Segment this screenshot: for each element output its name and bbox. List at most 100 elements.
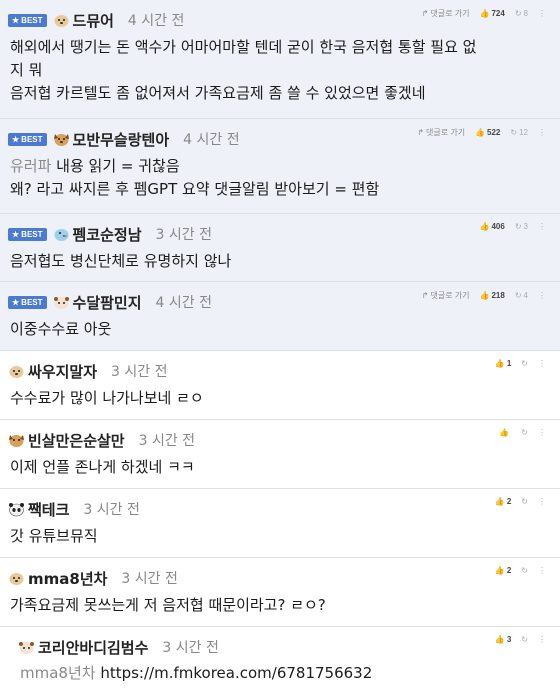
reply-icon-button[interactable]: ↻: [521, 497, 528, 506]
goto-reply-button[interactable]: ↱ 댓글로 가기: [422, 8, 470, 19]
dog-avatar-icon: [9, 572, 24, 585]
more-button[interactable]: ⋮: [538, 497, 546, 506]
more-icon: ⋮: [538, 497, 546, 506]
thumbs-up-icon: 👍: [479, 9, 490, 18]
reply-icon: ↻: [510, 128, 518, 137]
goto-reply-button[interactable]: ↱ 댓글로 가기: [417, 127, 465, 138]
reply-icon: ↻: [521, 566, 528, 575]
thumbs-up-icon: 👍: [499, 428, 510, 437]
arrow-icon: ↱: [421, 9, 429, 18]
more-icon: ⋮: [538, 128, 546, 137]
comment-header: 코리안바디김범수 3 시간 전: [18, 636, 552, 658]
timestamp: 4 시간 전: [127, 13, 185, 29]
reply-count-button[interactable]: ↻ 8: [515, 9, 528, 18]
more-icon: ⋮: [538, 222, 546, 231]
like-button[interactable]: 👍 218: [480, 291, 505, 300]
comment-tools: 👍 406 ↻ 3 ⋮: [470, 222, 546, 231]
comment-body: 이제 언플 존나게 하겠네 ㅋㅋ: [10, 458, 195, 476]
thumbs-up-icon: 👍: [494, 497, 505, 506]
reply-count-button[interactable]: ↻ 3: [515, 222, 528, 231]
timestamp: 3 시간 전: [138, 433, 196, 449]
comment-tools: ↱ 댓글로 가기 👍 218 ↻ 4 ⋮: [412, 290, 546, 301]
nickname[interactable]: 수달팜민지: [73, 292, 142, 313]
reply-icon-button[interactable]: ↻: [521, 359, 528, 368]
reply-icon-button[interactable]: ↻: [521, 635, 528, 644]
more-icon: ⋮: [538, 635, 546, 644]
more-icon: ⋮: [538, 359, 546, 368]
like-button[interactable]: 👍 3: [495, 635, 511, 644]
nickname[interactable]: mma8년차: [28, 568, 107, 589]
goto-reply-button[interactable]: ↱ 댓글로 가기: [422, 290, 470, 301]
reply-count-button[interactable]: ↻ 4: [515, 291, 528, 300]
more-icon: ⋮: [538, 566, 546, 575]
comment-tools: ↱ 댓글로 가기 👍 522 ↻ 12 ⋮: [407, 127, 546, 138]
comment-body: 해외에서 땡기는 돈 액수가 어마어마할 텐데 굳이 한국 음저협 통할 필요 …: [10, 38, 477, 102]
more-button[interactable]: ⋮: [538, 9, 546, 18]
reply-icon: ↻: [521, 428, 528, 437]
comment-body: 갓 유튜브뮤직: [10, 527, 98, 545]
dog-avatar-icon: [53, 133, 69, 146]
otter-avatar-icon: [19, 641, 34, 654]
like-button[interactable]: 👍 1: [495, 359, 511, 368]
star-icon: ★: [12, 297, 20, 307]
comment-tools: 👍 1 ↻ ⋮: [485, 359, 546, 368]
timestamp: 3 시간 전: [121, 571, 178, 587]
nickname[interactable]: 짹테크: [28, 499, 69, 520]
nickname[interactable]: 드뮤어: [73, 10, 114, 31]
like-button[interactable]: 👍 724: [480, 9, 505, 18]
timestamp: 3 시간 전: [155, 227, 212, 243]
more-button[interactable]: ⋮: [538, 128, 546, 137]
comment-header: mma8년차 3 시간 전: [8, 567, 552, 589]
thumbs-up-icon: 👍: [494, 635, 505, 644]
nickname[interactable]: 코리안바디김범수: [38, 637, 148, 658]
star-icon: ★: [12, 15, 20, 25]
nickname[interactable]: 빈살만은순살만: [28, 430, 125, 451]
more-icon: ⋮: [538, 9, 546, 18]
thumbs-up-icon: 👍: [494, 359, 505, 368]
more-button[interactable]: ⋮: [538, 428, 546, 437]
comment-link[interactable]: https://m.fmkorea.com/6781756632: [96, 664, 372, 682]
comment-header: 짹테크 3 시간 전: [8, 498, 552, 520]
best-badge: ★ BEST: [8, 132, 47, 146]
like-button[interactable]: 👍 406: [480, 222, 505, 231]
like-button[interactable]: 👍: [499, 428, 511, 437]
comment-tools: 👍 2 ↻ ⋮: [485, 566, 546, 575]
star-icon: ★: [12, 229, 20, 239]
comment-header: 싸우지말자 3 시간 전: [8, 360, 552, 382]
reply-icon-button[interactable]: ↻: [521, 428, 528, 437]
nickname[interactable]: 싸우지말자: [28, 361, 97, 382]
reply-count-button[interactable]: ↻ 12: [510, 128, 528, 137]
best-badge: ★ BEST: [8, 13, 47, 27]
comment-body: mma8년차 https://m.fmkorea.com/6781756632: [18, 658, 552, 689]
reply-icon-button[interactable]: ↻: [521, 566, 528, 575]
comment-item: ★ BEST 펨코순정남 3 시간 전 👍 406 ↻ 3 ⋮ 음저협도 병신단체로 …: [0, 214, 560, 282]
reply-icon: ↻: [514, 222, 522, 231]
quoted-nickname[interactable]: 유러파: [10, 157, 51, 175]
like-button[interactable]: 👍 2: [495, 497, 511, 506]
more-button[interactable]: ⋮: [538, 291, 546, 300]
more-button[interactable]: ⋮: [538, 359, 546, 368]
like-button[interactable]: 👍 522: [475, 128, 500, 137]
more-button[interactable]: ⋮: [538, 635, 546, 644]
nickname[interactable]: 모반무슬랑텐아: [73, 129, 170, 150]
quoted-nickname[interactable]: mma8년차: [20, 664, 96, 682]
thumbs-up-icon: 👍: [479, 222, 490, 231]
timestamp: 4 시간 전: [155, 295, 212, 311]
comment-tools: 👍 2 ↻ ⋮: [485, 497, 546, 506]
best-badge: ★ BEST: [8, 295, 47, 309]
timestamp: 4 시간 전: [183, 132, 240, 148]
best-badge: ★ BEST: [8, 227, 47, 241]
comment-item: 빈살만은순살만 3 시간 전 👍 ↻ ⋮ 이제 언플 존나게 하겠네 ㅋㅋ: [0, 420, 560, 489]
thumbs-up-icon: 👍: [475, 128, 486, 137]
reply-icon: ↻: [514, 291, 522, 300]
nickname[interactable]: 펨코순정남: [73, 224, 142, 245]
like-button[interactable]: 👍 2: [495, 566, 511, 575]
reply-icon: ↻: [521, 359, 528, 368]
dog-avatar-icon: [9, 365, 24, 378]
more-button[interactable]: ⋮: [538, 566, 546, 575]
thumbs-up-icon: 👍: [494, 566, 505, 575]
more-button[interactable]: ⋮: [538, 222, 546, 231]
comment-body: 가족요금제 못쓰는게 저 음저협 때문이라고? ㄹㅇ?: [10, 596, 326, 614]
bird-avatar-icon: [54, 228, 69, 241]
comment-tools: ↱ 댓글로 가기 👍 724 ↻ 8 ⋮: [412, 8, 546, 19]
